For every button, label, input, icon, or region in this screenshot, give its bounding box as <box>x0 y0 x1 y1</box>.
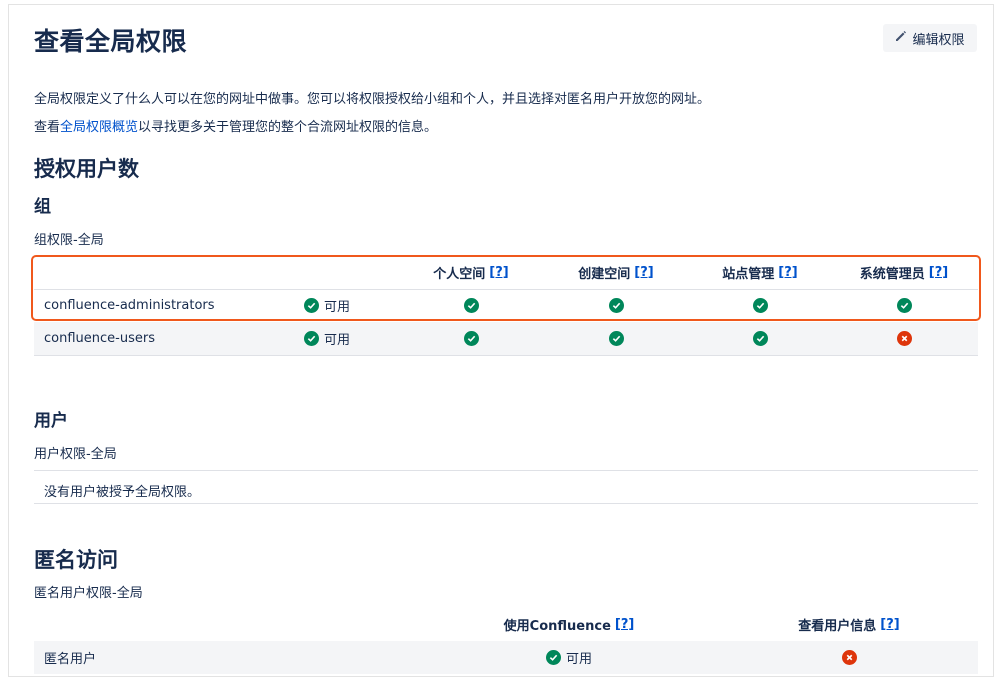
perm-create-space <box>551 322 681 355</box>
column-label: 查看用户信息 <box>798 619 877 634</box>
help-link[interactable]: [?] <box>615 617 634 632</box>
page-title: 查看全局权限 <box>34 27 188 56</box>
availability-status: 可用 <box>304 289 394 322</box>
column-header-system-admin: 系统管理员 [?] <box>839 256 969 289</box>
help-link[interactable]: [?] <box>880 617 899 632</box>
group-name: confluence-users <box>44 331 155 346</box>
column-label: 系统管理员 <box>859 267 925 282</box>
check-circle-icon <box>304 331 319 346</box>
groups-caption: 组权限-全局 <box>34 233 104 248</box>
table-row: confluence-users 可用 <box>34 322 978 356</box>
anonymous-access-heading: 匿名访问 <box>34 548 118 572</box>
edit-permissions-label: 编辑权限 <box>912 32 965 48</box>
table-header-row: 使用Confluence [?] 查看用户信息 [?] <box>34 608 978 642</box>
check-circle-icon <box>752 298 768 313</box>
check-circle-icon <box>463 298 479 313</box>
global-permissions-overview-link[interactable]: 全局权限概览 <box>60 120 138 135</box>
table-header-row: 个人空间 [?] 创建空间 [?] 站点管理 [?] 系统管理员 [?] <box>34 256 978 290</box>
perm-use-confluence: 可用 <box>474 641 664 674</box>
pencil-icon <box>895 30 907 46</box>
cross-circle-icon <box>896 331 912 346</box>
perm-view-profiles <box>754 641 944 674</box>
column-label: 创建空间 <box>578 267 631 282</box>
perm-system-admin <box>839 322 969 355</box>
perm-personal-space <box>406 322 536 355</box>
table-row: confluence-administrators 可用 <box>34 289 978 323</box>
check-circle-icon <box>608 331 624 346</box>
column-header-personal-space: 个人空间 [?] <box>406 256 536 289</box>
check-circle-icon <box>463 331 479 346</box>
column-label: 使用Confluence <box>503 619 611 634</box>
check-circle-icon <box>752 331 768 346</box>
intro-text: 全局权限定义了什么人可以在您的网址中做事。您可以将权限授权给小组和个人，并且选择… <box>34 92 711 107</box>
help-link[interactable]: [?] <box>634 265 653 280</box>
overview-text: 查看全局权限概览以寻找更多关于管理您的整个合流网址权限的信息。 <box>34 116 437 135</box>
perm-site-admin <box>695 322 825 355</box>
status-label: 可用 <box>565 652 592 667</box>
divider <box>34 470 978 471</box>
perm-system-admin <box>839 289 969 322</box>
overview-suffix: 以寻找更多关于管理您的整个合流网址权限的信息。 <box>138 120 438 135</box>
overview-prefix: 查看 <box>34 120 61 135</box>
check-circle-icon <box>608 298 624 313</box>
status-label: 可用 <box>324 333 351 348</box>
column-header-site-admin: 站点管理 [?] <box>695 256 825 289</box>
anonymous-user-name: 匿名用户 <box>44 652 97 667</box>
check-circle-icon <box>896 298 912 313</box>
column-label: 个人空间 <box>433 267 486 282</box>
availability-status: 可用 <box>304 322 394 355</box>
perm-personal-space <box>406 289 536 322</box>
help-link[interactable]: [?] <box>778 265 797 280</box>
cross-circle-icon <box>841 650 857 665</box>
help-link[interactable]: [?] <box>929 265 948 280</box>
check-circle-icon <box>304 298 319 313</box>
perm-create-space <box>551 289 681 322</box>
column-header-use-confluence: 使用Confluence [?] <box>474 608 664 641</box>
edit-permissions-button[interactable]: 编辑权限 <box>883 24 977 52</box>
column-label: 站点管理 <box>722 267 775 282</box>
help-link[interactable]: [?] <box>489 265 508 280</box>
perm-site-admin <box>695 289 825 322</box>
users-caption: 用户权限-全局 <box>34 447 117 462</box>
groups-heading: 组 <box>34 197 51 217</box>
users-heading: 用户 <box>34 411 68 431</box>
group-name: confluence-administrators <box>44 298 215 313</box>
licensed-users-heading: 授权用户数 <box>34 157 139 181</box>
status-label: 可用 <box>324 300 351 315</box>
divider <box>34 503 978 504</box>
column-header-create-space: 创建空间 [?] <box>551 256 681 289</box>
table-row: 匿名用户 可用 <box>34 641 978 674</box>
check-circle-icon <box>545 650 561 665</box>
column-header-view-profiles: 查看用户信息 [?] <box>754 608 944 641</box>
anonymous-caption: 匿名用户权限-全局 <box>34 586 143 601</box>
no-users-message: 没有用户被授予全局权限。 <box>44 485 201 500</box>
